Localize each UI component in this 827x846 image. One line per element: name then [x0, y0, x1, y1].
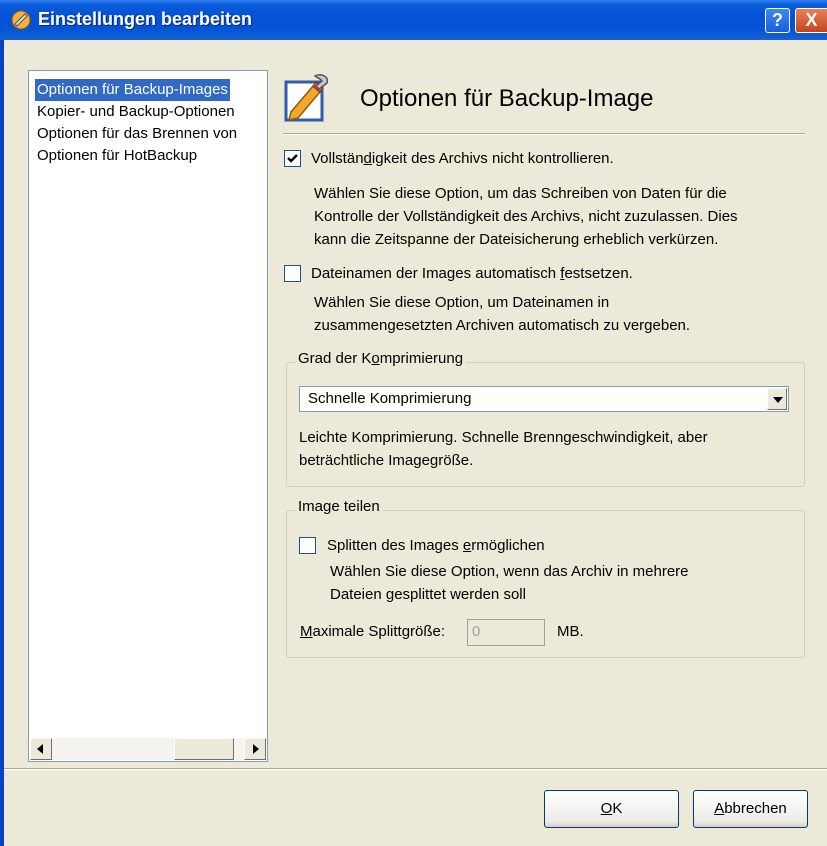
help-button[interactable]: ? [765, 8, 790, 33]
window-frame [0, 40, 4, 846]
max-split-size-label: Maximale Splittgröße: [300, 623, 446, 640]
cancel-button[interactable]: Abbrechen [693, 790, 808, 828]
integrity-checkbox-label[interactable]: Vollständigkeit des Archivs nicht kontro… [311, 150, 614, 167]
settings-category-list[interactable]: Optionen für Backup-Images Kopier- und B… [28, 70, 268, 762]
integrity-description: Wählen Sie diese Option, um das Schreibe… [314, 185, 738, 248]
ok-button[interactable]: OK [544, 790, 679, 828]
compression-legend: Grad der Komprimierung [295, 350, 467, 367]
compression-select[interactable]: Schnelle Komprimierung [299, 386, 789, 412]
title-bar: Einstellungen bearbeiten ? X [0, 0, 827, 40]
scroll-left-button[interactable] [30, 738, 52, 760]
autoname-description: Wählen Sie diese Option, um Dateinamen i… [314, 294, 691, 334]
chevron-down-icon[interactable] [767, 388, 787, 410]
compression-selected-value: Schnelle Komprimierung [308, 390, 472, 407]
category-hotbackup[interactable]: Optionen für HotBackup [37, 145, 197, 167]
settings-pencil-wrench-icon [284, 74, 329, 122]
split-checkbox-label[interactable]: Splitten des Images ermöglichen [327, 537, 545, 554]
page-heading: Optionen für Backup-Image [360, 85, 654, 112]
scroll-thumb[interactable] [174, 738, 234, 760]
max-split-size-unit: MB. [557, 623, 584, 640]
category-burning[interactable]: Optionen für das Brennen von [37, 123, 237, 145]
horizontal-scrollbar[interactable] [30, 738, 266, 760]
compression-description: Leichte Komprimierung. Schnelle Brennges… [299, 429, 708, 469]
split-checkbox[interactable] [299, 537, 316, 554]
checkmark-icon [287, 154, 298, 163]
split-description: Wählen Sie diese Option, wenn das Archiv… [330, 563, 689, 603]
window-title: Einstellungen bearbeiten [38, 9, 253, 29]
app-icon [11, 10, 31, 30]
scroll-right-arrow-icon [253, 744, 259, 754]
footer-separator [4, 768, 827, 770]
category-backup-images[interactable]: Optionen für Backup-Images [35, 79, 230, 101]
scroll-left-arrow-icon [37, 744, 43, 754]
integrity-checkbox[interactable] [284, 150, 301, 167]
autoname-checkbox-label[interactable]: Dateinamen der Images automatisch festse… [311, 265, 633, 282]
max-split-size-input[interactable]: 0 [467, 619, 545, 646]
close-button[interactable]: X [795, 8, 827, 33]
autoname-checkbox[interactable] [284, 265, 301, 282]
header-separator [283, 133, 805, 135]
category-copy-backup[interactable]: Kopier- und Backup-Optionen [37, 101, 235, 123]
split-legend: Image teilen [295, 498, 383, 515]
scroll-right-button[interactable] [244, 738, 266, 760]
